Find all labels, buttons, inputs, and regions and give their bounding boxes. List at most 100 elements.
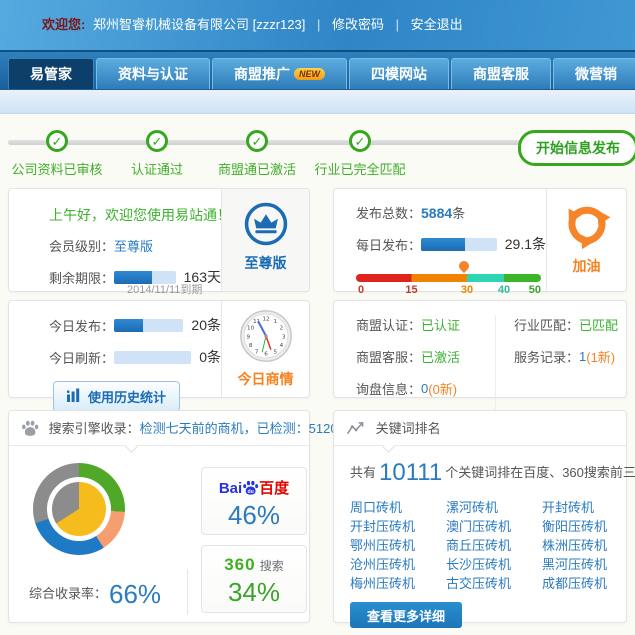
seo-donut-chart — [33, 463, 125, 555]
status-row: 行业匹配： 已匹配 — [514, 315, 618, 334]
step-label: 行业已完全匹配 — [300, 159, 420, 178]
member-level-link[interactable]: 至尊版 — [114, 236, 153, 255]
donut-hole — [47, 477, 111, 541]
topbar-divider: | — [396, 17, 399, 32]
status-value[interactable]: 1 — [579, 349, 586, 364]
keyword-link[interactable]: 周口砖机 — [350, 497, 446, 516]
svg-text:12: 12 — [262, 317, 269, 323]
header-notch — [125, 440, 138, 453]
status-value[interactable]: 0 — [421, 381, 428, 396]
svg-text:7: 7 — [254, 349, 258, 355]
main-nav: 易管家 资料与认证 商盟推广NEW 四模网站 商盟客服 微营销 — [0, 50, 635, 90]
daily-gauge-bar — [356, 274, 541, 282]
step-label: 商盟通已激活 — [197, 159, 317, 178]
baidu-index-card[interactable]: Baidu百度 46% — [201, 467, 307, 535]
status-row: 商盟客服： 已激活 — [356, 347, 495, 366]
s360-logo-num: 360 — [224, 555, 255, 574]
nav-tab-weiyingxiao[interactable]: 微营销 — [553, 58, 635, 89]
change-password-link[interactable]: 修改密码 — [332, 17, 384, 32]
keyword-link[interactable]: 商丘压砖机 — [446, 535, 542, 554]
status-extra: (1新) — [586, 347, 615, 366]
publish-stats-card: 发布总数： 5884 条 每日发布： 29.1条 0 15 30 40 50 — [333, 188, 627, 292]
keyword-link[interactable]: 澳门压砖机 — [446, 516, 542, 535]
today-market-panel[interactable]: 1212 345 678 91011 今日商情 — [221, 301, 309, 397]
status-extra: (0新) — [428, 379, 457, 398]
s360-logo-cn: 搜索 — [260, 559, 284, 573]
daily-publish-label: 每日发布： — [356, 235, 421, 254]
view-more-button[interactable]: 查看更多详细 — [350, 602, 462, 628]
keyword-grid: 周口砖机 漯河砖机 开封砖机 开封压砖机 澳门压砖机 衡阳压砖机 鄂州压砖机 商… — [334, 487, 626, 592]
nav-tab-label: 资料与认证 — [118, 66, 188, 82]
keyword-link[interactable]: 古交压砖机 — [446, 573, 542, 592]
vertical-divider — [187, 569, 188, 615]
cheer-panel[interactable]: 加油 — [546, 189, 626, 291]
service-status-card: 商盟认证： 已认证 商盟客服： 已激活 询盘信息： 0 (0新) 行业匹配： 已… — [333, 300, 627, 398]
keyword-link[interactable]: 梅州压砖机 — [350, 573, 446, 592]
keyword-link[interactable]: 漯河砖机 — [446, 497, 542, 516]
baidu-logo-text: Bai — [219, 480, 242, 497]
donut-inner-pie — [52, 482, 106, 536]
daily-publish-bar-fill — [421, 238, 465, 251]
status-label: 商盟认证： — [356, 315, 421, 334]
keyword-link[interactable]: 开封砖机 — [542, 497, 635, 516]
keyword-link[interactable]: 衡阳压砖机 — [542, 516, 635, 535]
nav-tab-yiguanjia[interactable]: 易管家 — [8, 58, 94, 89]
gauge-tick: 0 — [358, 284, 364, 296]
nav-tab-shangmeng-tuiguang[interactable]: 商盟推广NEW — [212, 58, 347, 89]
keyword-link[interactable]: 开封压砖机 — [350, 516, 446, 535]
nav-tab-simo-wangzhan[interactable]: 四模网站 — [349, 58, 449, 89]
keyword-link[interactable]: 成都压砖机 — [542, 573, 635, 592]
s360-percent: 34% — [202, 577, 306, 608]
svg-text:5: 5 — [273, 349, 277, 355]
kw-summary-suffix: 个关键词排在百度、360搜索前三页。 — [445, 465, 635, 480]
nav-tab-shangmeng-kefu[interactable]: 商盟客服 — [451, 58, 551, 89]
refresh-cycle-icon — [547, 199, 626, 254]
keyword-link[interactable]: 株洲压砖机 — [542, 535, 635, 554]
seo-index-card: 搜索引擎收录：检测七天前的商机，已检测：5120条 综合收录率：66% Baid… — [8, 410, 310, 623]
status-label: 服务记录： — [514, 347, 579, 366]
member-badge-label: 至尊版 — [222, 253, 309, 273]
status-row: 商盟认证： 已认证 — [356, 315, 495, 334]
nav-tab-ziliao[interactable]: 资料与认证 — [96, 58, 210, 89]
seo-subtitle: 检测七天前的商机，已检测：5120条 — [140, 421, 351, 436]
check-icon: ✓ — [349, 130, 371, 152]
start-publish-button[interactable]: 开始信息发布 — [518, 130, 635, 166]
keyword-link[interactable]: 鄂州压砖机 — [350, 535, 446, 554]
paw-icon — [21, 424, 43, 439]
bar-chart-icon — [67, 388, 82, 405]
daily-publish-value: 29.1条 — [505, 234, 546, 254]
onboarding-steps: ✓ 公司资料已审核 ✓ 认证通过 ✓ 商盟通已激活 ✓ 行业已完全匹配 开始信息… — [0, 120, 635, 182]
keyword-link[interactable]: 沧州压砖机 — [350, 554, 446, 573]
check-icon: ✓ — [46, 130, 68, 152]
nav-tab-label: 商盟推广 — [234, 66, 290, 82]
keyword-link[interactable]: 长沙压砖机 — [446, 554, 542, 573]
logout-link[interactable]: 安全退出 — [411, 17, 463, 32]
topbar: 欢迎您: 郑州智睿机械设备有限公司 [zzzr123] | 修改密码 | 安全退… — [0, 0, 635, 50]
history-stats-button[interactable]: 使用历史统计 — [53, 381, 180, 412]
gauge-ticks: 0 15 30 40 50 — [356, 282, 541, 296]
history-stats-label: 使用历史统计 — [88, 387, 166, 406]
svg-text:8: 8 — [248, 343, 252, 349]
step-activated: ✓ 商盟通已激活 — [197, 130, 317, 178]
seo-title: 搜索引擎收录： — [49, 421, 140, 436]
clock-icon: 1212 345 678 91011 — [222, 308, 309, 367]
svg-text:3: 3 — [281, 334, 285, 340]
step-industry-matched: ✓ 行业已完全匹配 — [300, 130, 420, 178]
gauge-tick: 50 — [529, 284, 541, 296]
svg-text:1: 1 — [273, 319, 277, 325]
greeting-text: 上午好，欢迎您使用易站通！ — [49, 205, 221, 225]
daily-gauge: 0 15 30 40 50 — [356, 274, 541, 296]
today-publish-label: 今日发布： — [49, 316, 114, 335]
svg-text:4: 4 — [279, 343, 283, 349]
gauge-tick: 15 — [405, 284, 417, 296]
member-badge-panel[interactable]: 至尊版 — [221, 189, 309, 291]
today-refresh-value: 0条 — [199, 347, 221, 367]
gauge-marker — [457, 259, 471, 273]
nav-tab-label: 商盟客服 — [473, 66, 529, 82]
rate-label: 综合收录率： — [29, 586, 107, 601]
keyword-link[interactable]: 黑河压砖机 — [542, 554, 635, 573]
remaining-label: 剩余期限： — [49, 268, 114, 287]
gauge-tick: 30 — [461, 284, 473, 296]
publish-total-label: 发布总数： — [356, 203, 421, 222]
s360-index-card[interactable]: 360 搜索 34% — [201, 545, 307, 613]
